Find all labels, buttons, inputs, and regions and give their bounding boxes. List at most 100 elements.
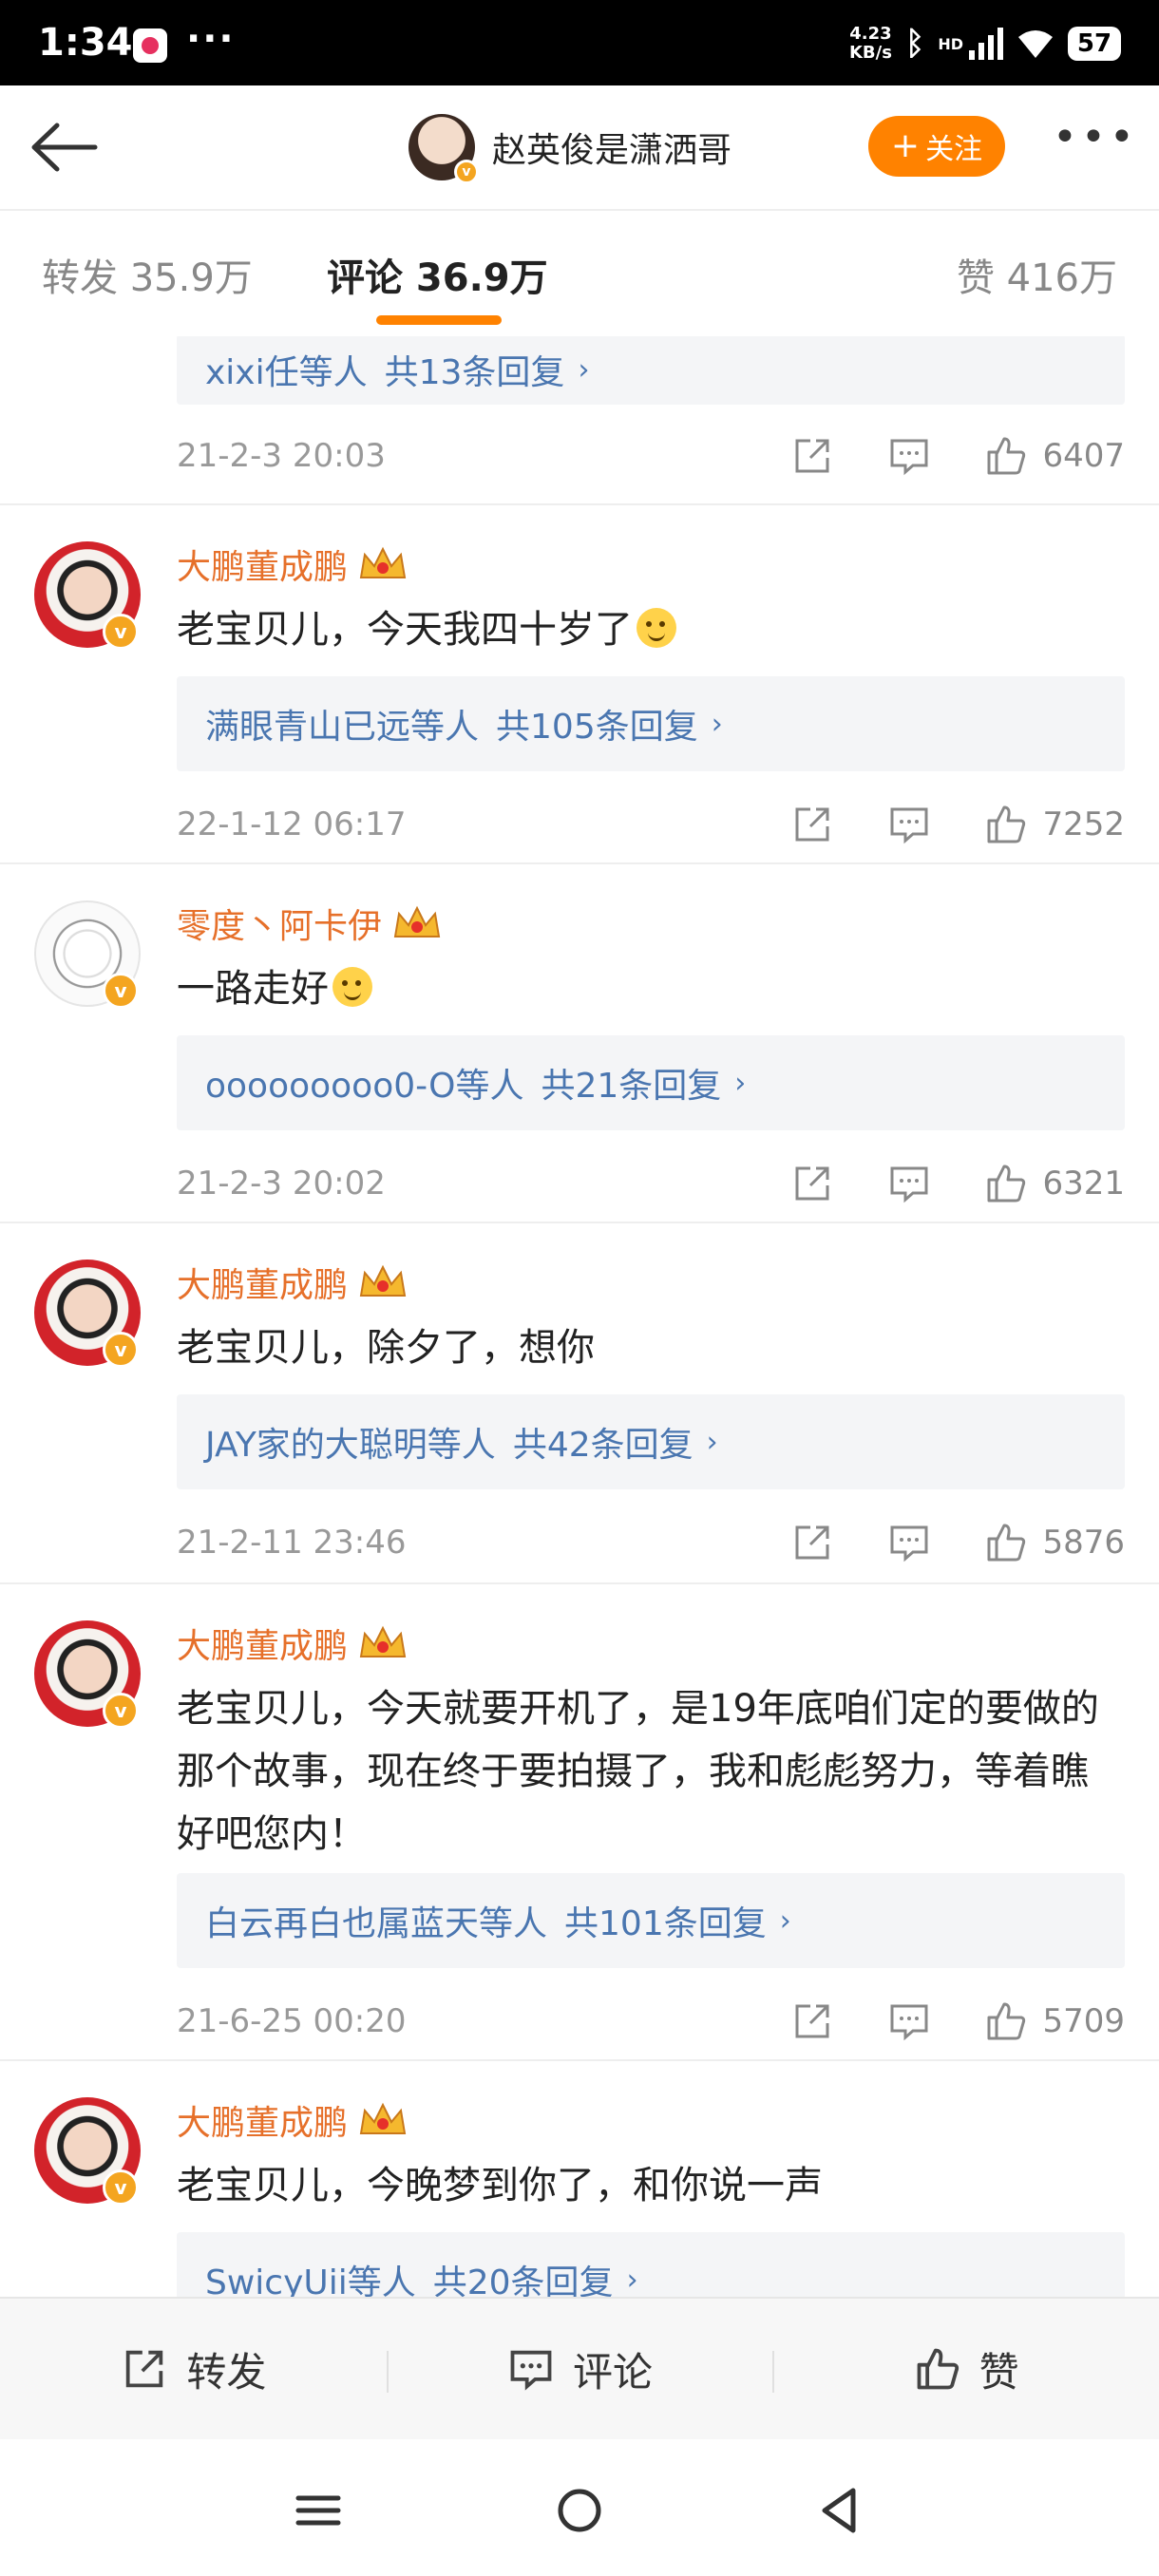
bluetooth-icon: ᛒ xyxy=(904,25,925,63)
tab-bar: 转发 35.9万 评论 36.9万 赞 416万 xyxy=(0,209,1159,336)
like-button[interactable]: 5876 xyxy=(983,1520,1125,1565)
comment-username[interactable]: 零度丶阿卡伊 xyxy=(177,899,443,948)
tab-comment[interactable]: 评论 36.9万 xyxy=(327,247,548,302)
comment-item: xixi任等人 共13条回复 › 21-2-3 20:03 6407 xyxy=(0,336,1159,505)
hd-label: HD xyxy=(938,34,963,53)
like-count: 5709 xyxy=(1042,2002,1125,2040)
crown-badge-icon xyxy=(359,546,407,578)
comment-time: 21-2-11 23:46 xyxy=(177,1524,407,1562)
comment-username[interactable]: 大鹏董成鹏 xyxy=(177,1258,408,1307)
status-indicators: 4.23 KB/s ᛒ HD 57 xyxy=(849,25,1121,63)
replies-preview[interactable]: 满眼青山已远等人 共105条回复 › xyxy=(177,676,1125,771)
like-button[interactable]: 7252 xyxy=(983,802,1125,847)
thumbs-up-icon xyxy=(987,1524,1026,1562)
profile-header[interactable]: v 赵英俊是潇洒哥 xyxy=(408,114,732,184)
comment-icon[interactable] xyxy=(886,802,932,847)
repost-icon[interactable] xyxy=(789,1161,835,1206)
tab-like[interactable]: 赞 416万 xyxy=(957,247,1117,302)
avatar[interactable]: v xyxy=(408,114,479,184)
repost-icon[interactable] xyxy=(789,433,835,479)
chevron-right-icon: › xyxy=(626,2263,638,2297)
repost-button[interactable]: 转发 xyxy=(0,2299,387,2439)
comment-time: 22-1-12 06:17 xyxy=(177,805,407,843)
comment-button[interactable]: 评论 xyxy=(386,2299,773,2439)
battery-indicator: 57 xyxy=(1068,27,1121,61)
comment-time: 21-2-3 20:03 xyxy=(177,437,386,475)
network-speed: 4.23 KB/s xyxy=(848,24,892,63)
comment-list[interactable]: xixi任等人 共13条回复 › 21-2-3 20:03 6407 v 大鹏董… xyxy=(0,336,1159,2297)
comment-icon xyxy=(510,2350,552,2391)
emoji-icon xyxy=(332,967,372,1007)
comment-username[interactable]: 大鹏董成鹏 xyxy=(177,2095,408,2145)
chevron-right-icon: › xyxy=(706,1425,718,1459)
back-triangle-icon[interactable] xyxy=(808,2477,874,2544)
wifi-icon xyxy=(1018,30,1053,58)
comment-icon[interactable] xyxy=(886,433,932,479)
more-options-icon[interactable]: ••• xyxy=(1053,117,1134,171)
comment-time: 21-6-25 00:20 xyxy=(177,2002,407,2040)
app-notification-icon xyxy=(133,28,167,63)
comment-item: v 零度丶阿卡伊 一路走好 ooooooooo0-O等人 共21条回复 › 21… xyxy=(0,864,1159,1223)
comment-item: v 大鹏董成鹏 老宝贝儿，今天就要开机了，是19年底咱们定的要做的那个故事，现在… xyxy=(0,1584,1159,2061)
comment-meta: 21-2-3 20:02 6321 xyxy=(177,1155,1125,1212)
chevron-right-icon: › xyxy=(711,707,723,741)
comment-username[interactable]: 大鹏董成鹏 xyxy=(177,540,408,589)
replies-preview[interactable]: JAY家的大聪明等人 共42条回复 › xyxy=(177,1394,1125,1489)
thumbs-up-icon xyxy=(917,2348,959,2390)
comment-text: 老宝贝儿，今天就要开机了，是19年底咱们定的要做的那个故事，现在终于要拍摄了，我… xyxy=(177,1687,1099,1856)
repost-icon[interactable] xyxy=(789,1520,835,1565)
comment-item: v 大鹏董成鹏 老宝贝儿，今天我四十岁了 满眼青山已远等人 共105条回复 › … xyxy=(0,505,1159,864)
repost-icon[interactable] xyxy=(789,1998,835,2044)
verified-badge-icon: v xyxy=(103,2169,139,2206)
like-count: 6407 xyxy=(1042,437,1125,475)
active-tab-indicator xyxy=(376,315,502,325)
tab-repost[interactable]: 转发 35.9万 xyxy=(42,247,253,302)
replies-preview[interactable]: xixi任等人 共13条回复 › xyxy=(177,336,1125,405)
more-notifications-icon: ··· xyxy=(186,17,236,61)
comment-text: 一路走好 xyxy=(177,957,1125,1020)
signal-icon xyxy=(969,28,1003,60)
back-arrow-icon[interactable] xyxy=(27,114,103,180)
thumbs-up-icon xyxy=(987,437,1026,475)
comment-meta: 22-1-12 06:17 7252 xyxy=(177,796,1125,853)
comment-icon[interactable] xyxy=(886,1161,932,1206)
thumbs-up-icon xyxy=(987,2002,1026,2040)
like-count: 7252 xyxy=(1042,805,1125,843)
follow-button[interactable]: + 关注 xyxy=(868,116,1005,177)
comment-icon[interactable] xyxy=(886,1520,932,1565)
replies-preview[interactable]: ooooooooo0-O等人 共21条回复 › xyxy=(177,1035,1125,1130)
menu-icon[interactable] xyxy=(285,2477,352,2544)
comment-item: v 大鹏董成鹏 老宝贝儿，今晚梦到你了，和你说一声 SwicyUii等人 共20… xyxy=(0,2061,1159,2297)
thumbs-up-icon xyxy=(987,1165,1026,1203)
crown-badge-icon xyxy=(359,1264,407,1297)
plus-icon: + xyxy=(890,126,921,165)
crown-badge-icon xyxy=(393,905,441,938)
comment-icon[interactable] xyxy=(886,1998,932,2044)
home-circle-icon[interactable] xyxy=(546,2477,613,2544)
comment-text: 老宝贝儿，今晚梦到你了，和你说一声 xyxy=(177,2164,823,2207)
like-button[interactable]: 6407 xyxy=(983,433,1125,479)
crown-badge-icon xyxy=(359,1625,407,1657)
comment-username[interactable]: 大鹏董成鹏 xyxy=(177,1619,408,1668)
like-button[interactable]: 5709 xyxy=(983,1998,1125,2044)
app-header: v 赵英俊是潇洒哥 + 关注 ••• xyxy=(0,85,1159,209)
comment-time: 21-2-3 20:02 xyxy=(177,1165,386,1203)
like-button[interactable]: 赞 xyxy=(772,2299,1159,2439)
comment-text: 老宝贝儿，今天我四十岁了 xyxy=(177,598,1125,661)
system-nav-bar xyxy=(0,2439,1159,2576)
comment-meta: 21-6-25 00:20 5709 xyxy=(177,1993,1125,2050)
verified-badge-icon: v xyxy=(454,160,479,184)
replies-preview[interactable]: 白云再白也属蓝天等人 共101条回复 › xyxy=(177,1873,1125,1968)
bottom-action-bar: 转发 评论 赞 xyxy=(0,2297,1159,2439)
comment-meta: 21-2-11 23:46 5876 xyxy=(177,1514,1125,1571)
chevron-right-icon: › xyxy=(578,352,590,387)
repost-icon[interactable] xyxy=(789,802,835,847)
like-button[interactable]: 6321 xyxy=(983,1161,1125,1206)
verified-badge-icon: v xyxy=(103,614,139,650)
chevron-right-icon: › xyxy=(779,1904,791,1938)
comment-meta: 21-2-3 20:03 6407 xyxy=(177,427,1125,484)
replies-preview[interactable]: SwicyUii等人 共20条回复 › xyxy=(177,2232,1125,2297)
like-count: 6321 xyxy=(1042,1165,1125,1203)
emoji-icon xyxy=(636,608,676,648)
profile-name[interactable]: 赵英俊是潇洒哥 xyxy=(492,123,732,172)
